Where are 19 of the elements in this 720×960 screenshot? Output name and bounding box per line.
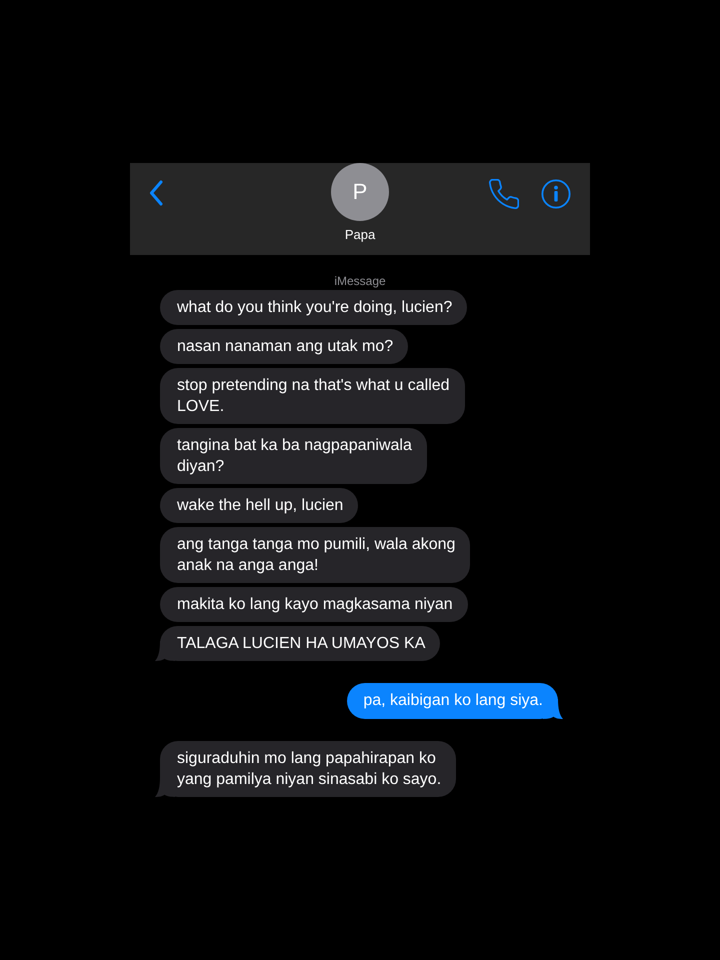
back-button[interactable]	[149, 180, 163, 206]
phone-icon	[489, 179, 519, 209]
message-bubble: stop pretending na that's what u called LOVE.	[160, 368, 465, 424]
message-bubble: nasan nanaman ang utak mo?	[160, 329, 408, 364]
back-chevron-icon	[149, 180, 163, 206]
message-bubble: TALAGA LUCIEN HA UMAYOS KA	[155, 626, 440, 661]
message-bubble: wake the hell up, lucien	[160, 488, 358, 523]
service-label: iMessage	[334, 274, 386, 288]
message-bubble: pa, kaibigan ko lang siya.	[347, 683, 563, 719]
info-button[interactable]	[541, 179, 571, 209]
contact-name: Papa	[344, 227, 376, 243]
message-bubble: tangina bat ka ba nagpapaniwala diyan?	[160, 428, 427, 484]
message-bubble: siguraduhin mo lang papahirapan ko yang pamilya niyan sinasabi ko sayo.	[155, 741, 456, 797]
message-bubble: what do you think you're doing, lucien?	[160, 290, 468, 325]
info-icon	[541, 179, 571, 209]
contact-avatar[interactable]: P	[331, 163, 389, 221]
message-bubble: ang tanga tanga mo pumili, wala akong anak na anga anga!	[160, 527, 470, 583]
message-bubble: makita ko lang kayo magkasama niyan	[160, 587, 468, 622]
call-button[interactable]	[489, 179, 519, 209]
